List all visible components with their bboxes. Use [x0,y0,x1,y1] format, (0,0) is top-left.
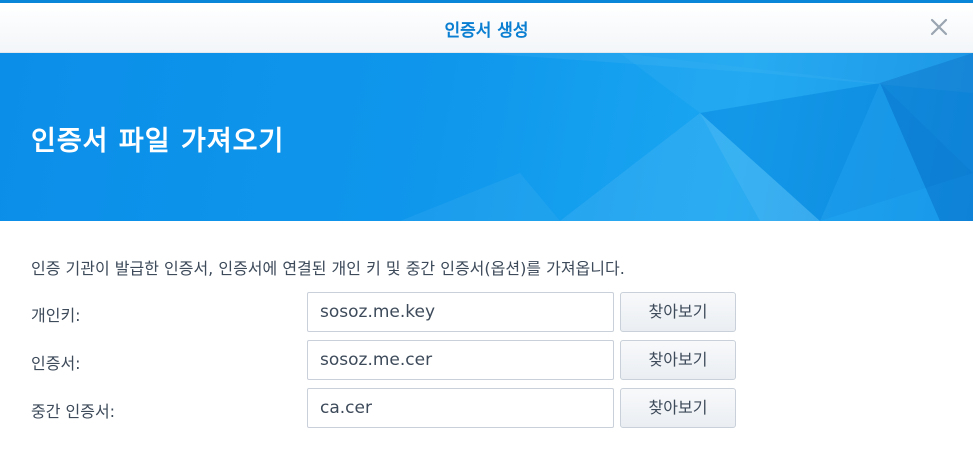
intermediate-certificate-field[interactable]: ca.cer [307,388,614,428]
description-text: 인증 기관이 발급한 인증서, 인증서에 연결된 개인 키 및 중간 인증서(옵… [31,259,625,278]
private-key-browse-button[interactable]: 찾아보기 [620,292,736,332]
certificate-field[interactable]: sosoz.me.cer [307,340,614,380]
wizard-banner: 인증서 파일 가져오기 [0,53,973,221]
private-key-label: 개인키: [31,306,81,325]
private-key-field[interactable]: sosoz.me.key [307,292,614,332]
dialog-title: 인증서 생성 [444,21,529,41]
certificate-browse-button[interactable]: 찾아보기 [620,340,736,380]
close-icon[interactable] [927,15,951,39]
dialog-titlebar: 인증서 생성 [0,3,973,53]
intermediate-certificate-label: 중간 인증서: [31,402,116,421]
create-certificate-dialog: 인증서 생성 인증서 파일 가져오기 인증 기관이 발급한 인증서, 인증서에 … [0,0,973,465]
certificate-label: 인증서: [31,354,81,373]
intermediate-certificate-browse-button[interactable]: 찾아보기 [620,388,736,428]
banner-heading: 인증서 파일 가져오기 [31,126,285,157]
